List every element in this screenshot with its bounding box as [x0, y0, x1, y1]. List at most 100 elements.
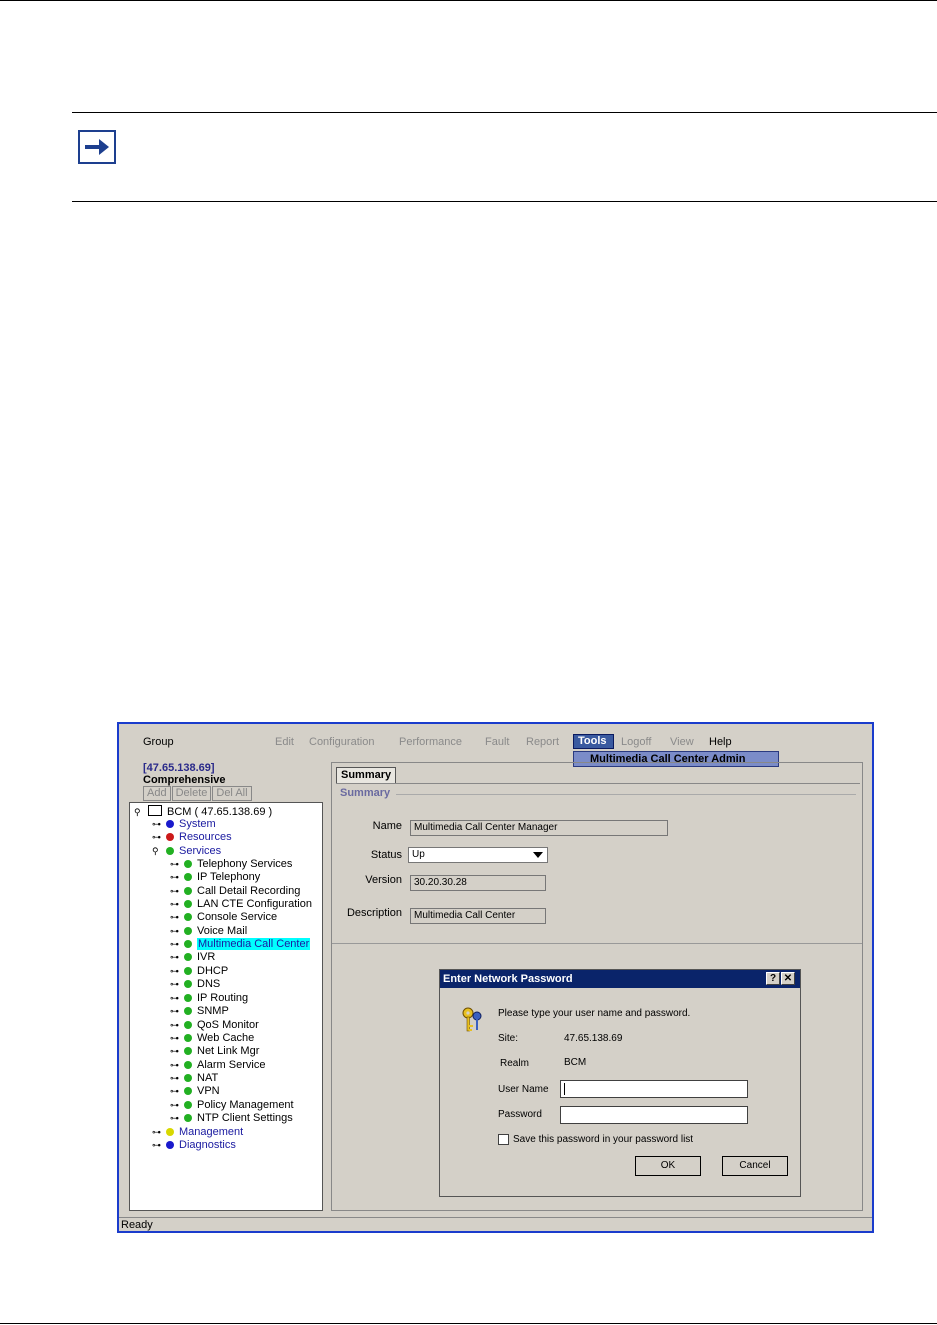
- collapsed-key-icon[interactable]: ⊶: [170, 1019, 180, 1032]
- status-green-icon: [184, 953, 192, 961]
- site-value: 47.65.138.69: [564, 1033, 623, 1044]
- enter-network-password-dialog: Enter Network Password ? ✕ Please type y…: [439, 969, 801, 1197]
- tree-item-service[interactable]: ⊶ DNS: [170, 978, 220, 991]
- collapsed-key-icon[interactable]: ⊶: [170, 1059, 180, 1072]
- delete-button[interactable]: Delete: [171, 786, 212, 801]
- tree-item-resources[interactable]: ⊶ Resources: [152, 831, 232, 844]
- realm-label: Realm: [500, 1058, 529, 1069]
- collapsed-key-icon[interactable]: ⊶: [170, 965, 180, 978]
- tree-item-service[interactable]: ⊶ IP Routing: [170, 992, 248, 1005]
- tree-item-service[interactable]: ⊶ Console Service: [170, 911, 277, 924]
- password-input[interactable]: [560, 1106, 748, 1124]
- menu-logoff[interactable]: Logoff: [621, 736, 651, 748]
- status-select[interactable]: Up: [408, 847, 548, 863]
- collapsed-key-icon[interactable]: ⊶: [170, 1112, 180, 1125]
- tree-item-system[interactable]: ⊶ System: [152, 818, 216, 831]
- dropdown-arrow-icon[interactable]: [533, 852, 543, 858]
- tree-item-service[interactable]: ⊶ Call Detail Recording: [170, 885, 300, 898]
- tab-summary[interactable]: Summary: [336, 767, 396, 783]
- tree-item-service[interactable]: ⊶ QoS Monitor: [170, 1019, 259, 1032]
- collapsed-key-icon[interactable]: ⊶: [170, 951, 180, 964]
- collapsed-key-icon[interactable]: ⊶: [170, 1032, 180, 1045]
- tree-item-service[interactable]: ⊶ IVR: [170, 951, 215, 964]
- tree-item-service-selected[interactable]: ⊶ Multimedia Call Center: [170, 938, 311, 951]
- menu-configuration[interactable]: Configuration: [309, 736, 374, 748]
- tree-item-service[interactable]: ⊶ Policy Management: [170, 1099, 294, 1112]
- menu-view[interactable]: View: [670, 736, 694, 748]
- expanded-key-icon[interactable]: ⚲: [134, 806, 144, 819]
- tree-item-service[interactable]: ⊶ IP Telephony: [170, 871, 260, 884]
- help-button[interactable]: ?: [766, 972, 780, 985]
- cancel-button[interactable]: Cancel: [722, 1156, 788, 1176]
- tree-item-service[interactable]: ⊶ VPN: [170, 1085, 220, 1098]
- collapsed-key-icon[interactable]: ⊶: [170, 992, 180, 1005]
- tree-root[interactable]: ⚲ BCM ( 47.65.138.69 ): [134, 805, 272, 818]
- tree-item-label: Policy Management: [197, 1099, 294, 1111]
- navigation-tree: ⚲ BCM ( 47.65.138.69 ) ⊶ System ⊶ Resources…: [129, 802, 323, 1211]
- tree-button-row: Add Delete Del All: [143, 786, 253, 801]
- collapsed-key-icon[interactable]: ⊶: [152, 818, 162, 831]
- username-input[interactable]: [560, 1080, 748, 1098]
- tree-item-label: Alarm Service: [197, 1059, 266, 1071]
- status-green-icon: [184, 1101, 192, 1109]
- tree-item-label: Diagnostics: [179, 1139, 236, 1151]
- collapsed-key-icon[interactable]: ⊶: [170, 1099, 180, 1112]
- collapsed-key-icon[interactable]: ⊶: [170, 885, 180, 898]
- collapsed-key-icon[interactable]: ⊶: [152, 831, 162, 844]
- tree-item-service[interactable]: ⊶ LAN CTE Configuration: [170, 898, 312, 911]
- save-password-checkbox[interactable]: [498, 1134, 509, 1145]
- tree-item-service[interactable]: ⊶ Telephony Services: [170, 858, 292, 871]
- ok-button[interactable]: OK: [635, 1156, 701, 1176]
- status-green-icon: [184, 860, 192, 868]
- tree-item-service[interactable]: ⊶ DHCP: [170, 965, 228, 978]
- collapsed-key-icon[interactable]: ⊶: [170, 858, 180, 871]
- tab-underline: [336, 783, 860, 784]
- collapsed-key-icon[interactable]: ⊶: [152, 1126, 162, 1139]
- tree-item-service[interactable]: ⊶ Net Link Mgr: [170, 1045, 259, 1058]
- collapsed-key-icon[interactable]: ⊶: [170, 938, 180, 951]
- menu-fault[interactable]: Fault: [485, 736, 509, 748]
- collapsed-key-icon[interactable]: ⊶: [152, 1139, 162, 1152]
- collapsed-key-icon[interactable]: ⊶: [170, 1045, 180, 1058]
- collapsed-key-icon[interactable]: ⊶: [170, 1005, 180, 1018]
- menu-performance[interactable]: Performance: [399, 736, 462, 748]
- tree-item-diagnostics[interactable]: ⊶ Diagnostics: [152, 1139, 236, 1152]
- close-button[interactable]: ✕: [781, 972, 795, 985]
- status-green-icon: [184, 1047, 192, 1055]
- top-rule: [0, 0, 937, 1]
- username-label: User Name: [498, 1084, 549, 1095]
- expanded-key-icon[interactable]: ⚲: [152, 845, 162, 858]
- save-password-label: Save this password in your password list: [513, 1134, 694, 1145]
- collapsed-key-icon[interactable]: ⊶: [170, 978, 180, 991]
- tree-item-management[interactable]: ⊶ Management: [152, 1126, 243, 1139]
- menu-edit[interactable]: Edit: [275, 736, 294, 748]
- collapsed-key-icon[interactable]: ⊶: [170, 1072, 180, 1085]
- collapsed-key-icon[interactable]: ⊶: [170, 925, 180, 938]
- collapsed-key-icon[interactable]: ⊶: [170, 898, 180, 911]
- status-red-icon: [166, 833, 174, 841]
- name-field[interactable]: Multimedia Call Center Manager: [410, 820, 668, 836]
- status-blue-icon: [166, 820, 174, 828]
- realm-value: BCM: [564, 1057, 587, 1068]
- tree-item-service[interactable]: ⊶ SNMP: [170, 1005, 229, 1018]
- tree-item-service[interactable]: ⊶ Alarm Service: [170, 1059, 265, 1072]
- collapsed-key-icon[interactable]: ⊶: [170, 1085, 180, 1098]
- del-all-button[interactable]: Del All: [212, 786, 252, 801]
- tree-item-service[interactable]: ⊶ NTP Client Settings: [170, 1112, 293, 1125]
- menu-report[interactable]: Report: [526, 736, 559, 748]
- status-green-icon: [184, 1114, 192, 1122]
- status-select-value: Up: [412, 849, 425, 860]
- tree-item-service[interactable]: ⊶ Web Cache: [170, 1032, 254, 1045]
- collapsed-key-icon[interactable]: ⊶: [170, 871, 180, 884]
- menu-help[interactable]: Help: [709, 736, 732, 748]
- collapsed-key-icon[interactable]: ⊶: [170, 911, 180, 924]
- tree-item-label: SNMP: [197, 1005, 229, 1017]
- menu-tools[interactable]: Tools: [573, 734, 614, 749]
- add-button[interactable]: Add: [143, 786, 171, 801]
- tree-item-service[interactable]: ⊶ Voice Mail: [170, 925, 247, 938]
- tree-item-service[interactable]: ⊶ NAT: [170, 1072, 218, 1085]
- description-field: Multimedia Call Center: [410, 908, 546, 924]
- tree-item-services[interactable]: ⚲ Services: [152, 845, 221, 858]
- summary-section-title: Summary: [340, 787, 393, 799]
- text-cursor: [564, 1083, 565, 1095]
